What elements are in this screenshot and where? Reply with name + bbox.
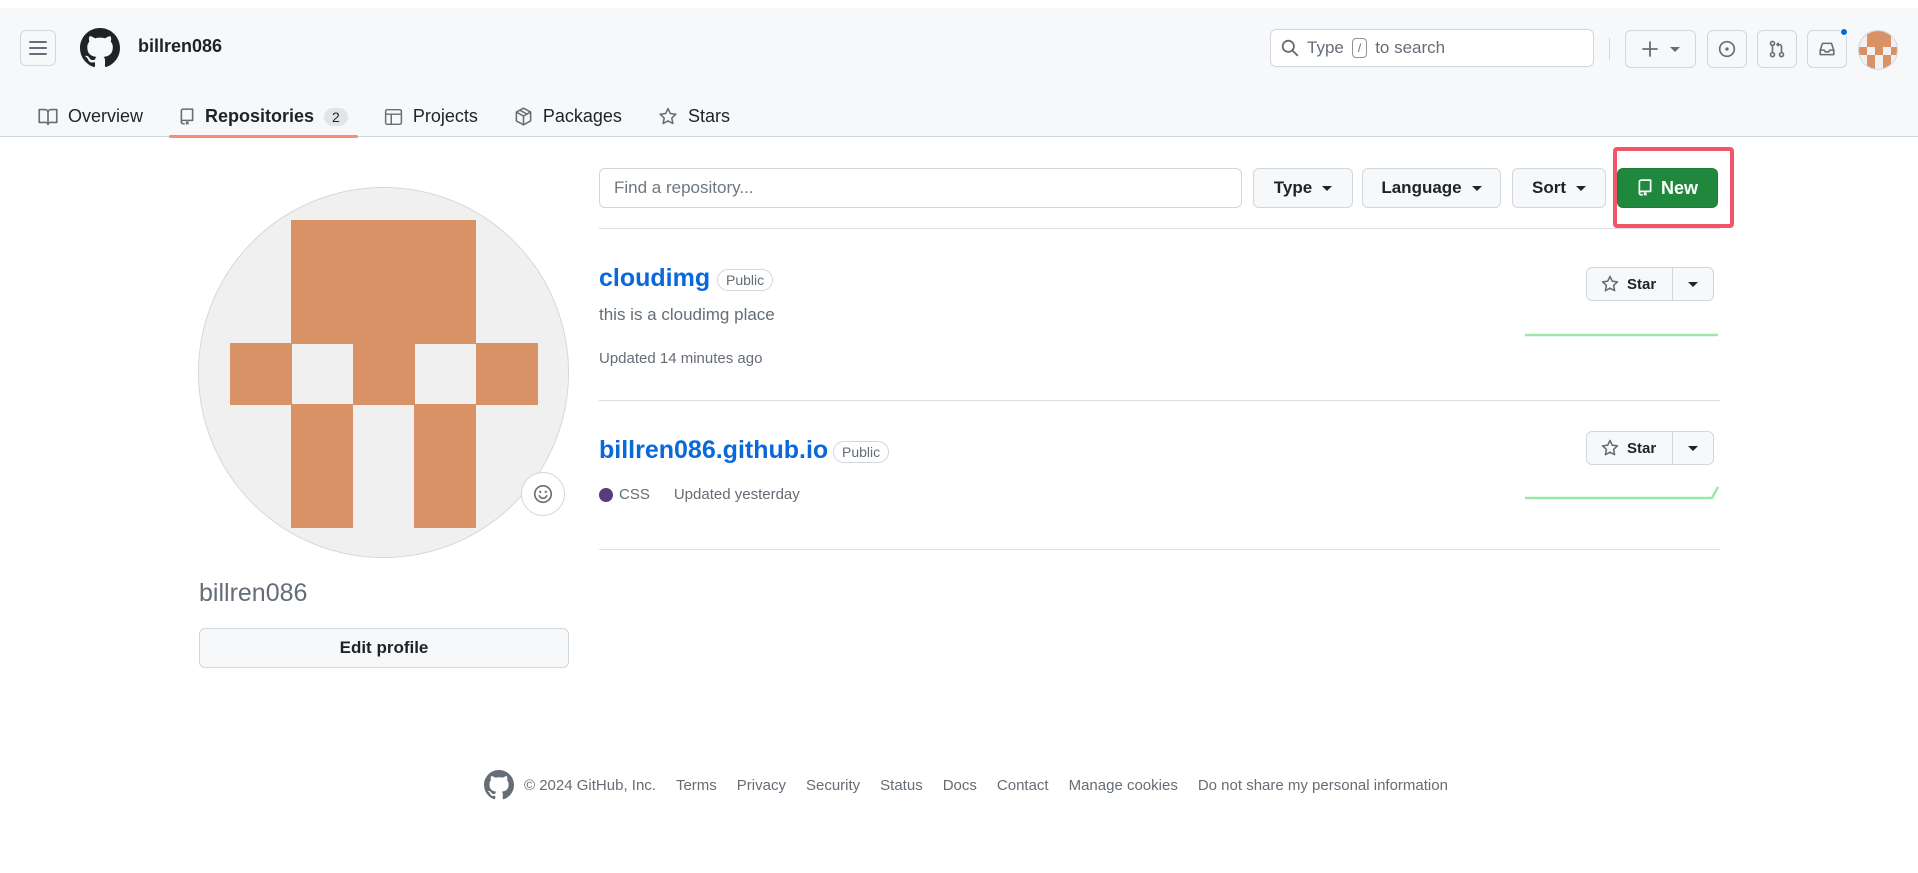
repo-link-cloudimg[interactable]: cloudimg: [599, 264, 710, 293]
inbox-icon: [1819, 42, 1835, 56]
star-icon: [1601, 275, 1619, 292]
footer-link-do-not-share[interactable]: Do not share my personal information: [1198, 777, 1448, 794]
find-repository-input[interactable]: [599, 168, 1242, 208]
activity-sparkline: [1525, 486, 1719, 500]
search-icon: [1281, 39, 1299, 57]
inbox-button[interactable]: [1807, 27, 1849, 68]
tab-projects[interactable]: Projects: [374, 96, 488, 137]
repo-updated-text: Updated 14 minutes ago: [599, 350, 763, 367]
pull-requests-button[interactable]: [1757, 30, 1797, 68]
github-logo-icon[interactable]: [484, 770, 514, 800]
chevron-down-icon: [1669, 46, 1680, 52]
book-icon: [38, 108, 58, 125]
sort-button[interactable]: Sort: [1512, 168, 1606, 208]
tab-repositories-label: Repositories: [205, 106, 315, 126]
pull-request-icon: [1769, 40, 1785, 58]
star-list-dropdown[interactable]: [1673, 432, 1713, 464]
activity-sparkline: [1525, 333, 1718, 337]
tab-repositories[interactable]: Repositories 2: [169, 96, 358, 138]
menu-button[interactable]: [20, 30, 56, 66]
create-new-button[interactable]: [1625, 30, 1696, 68]
type-filter-label: Type: [1273, 178, 1313, 197]
identicon-large-icon: [199, 188, 568, 557]
footer-copyright: © 2024 GitHub, Inc.: [524, 776, 656, 794]
issues-button[interactable]: [1707, 30, 1747, 68]
type-filter-button[interactable]: Type: [1253, 168, 1353, 208]
profile-tabs: Overview Repositories 2 Projects Package…: [28, 96, 756, 138]
list-divider: [599, 400, 1720, 401]
top-header: billren086 Type / to search Overview Rep…: [0, 8, 1918, 138]
sort-label: Sort: [1532, 178, 1566, 197]
language-filter-button[interactable]: Language: [1362, 168, 1501, 208]
star-label: Star: [1627, 439, 1657, 457]
plus-icon: [1641, 41, 1658, 57]
repo-updated-text: Updated yesterday: [673, 486, 800, 503]
list-divider: [599, 228, 1720, 229]
tab-overview-label: Overview: [68, 106, 144, 126]
profile-username: billren086: [199, 579, 308, 607]
footer-link-terms[interactable]: Terms: [676, 777, 717, 794]
repo-link-billren086-github-io[interactable]: billren086.github.io: [599, 436, 828, 465]
footer-link-security[interactable]: Security: [806, 777, 860, 794]
github-logo-icon[interactable]: [80, 28, 120, 68]
search-text: Type: [1307, 38, 1344, 57]
user-avatar-button[interactable]: [1858, 30, 1898, 70]
tab-projects-label: Projects: [412, 106, 478, 126]
visibility-badge: Public: [717, 269, 774, 291]
star-button-group: Star: [1586, 431, 1715, 465]
hamburger-icon: [29, 41, 47, 55]
repo-updated: Updated 14 minutes ago: [599, 350, 762, 367]
profile-avatar[interactable]: [198, 187, 569, 558]
star-button[interactable]: Star: [1587, 432, 1674, 464]
star-icon: [659, 107, 677, 125]
star-button[interactable]: Star: [1587, 268, 1674, 300]
footer: © 2024 GitHub, Inc. Terms Privacy Securi…: [484, 770, 1448, 800]
tab-stars[interactable]: Stars: [648, 96, 740, 137]
repo-icon: [180, 107, 194, 125]
chevron-down-icon: [1576, 185, 1586, 191]
footer-link-privacy[interactable]: Privacy: [737, 777, 786, 794]
chevron-down-icon: [1322, 185, 1333, 191]
new-button-label: New: [1660, 177, 1698, 198]
chevron-down-icon: [1688, 281, 1699, 287]
language-color-dot: [599, 487, 613, 502]
chevron-down-icon: [1688, 445, 1699, 451]
package-icon: [515, 107, 532, 126]
tab-overview[interactable]: Overview: [28, 96, 153, 137]
search-shortcut-key: /: [1351, 38, 1368, 58]
star-label: Star: [1627, 275, 1657, 293]
visibility-badge: Public: [833, 441, 890, 463]
repository-count-badge: 2: [324, 107, 348, 126]
tab-stars-label: Stars: [687, 106, 730, 126]
footer-link-docs[interactable]: Docs: [943, 777, 977, 794]
notification-dot: [1839, 27, 1849, 37]
star-list-dropdown[interactable]: [1673, 268, 1713, 300]
chevron-down-icon: [1471, 185, 1482, 191]
star-button-group: Star: [1586, 267, 1715, 301]
search-input[interactable]: Type / to search: [1270, 29, 1594, 67]
repo-icon: [1638, 179, 1652, 196]
set-status-button[interactable]: [521, 472, 565, 516]
star-icon: [1601, 439, 1619, 456]
table-icon: [384, 108, 402, 125]
repo-language: CSS: [619, 486, 650, 503]
list-divider: [599, 549, 1720, 550]
header-divider: [1609, 38, 1610, 60]
footer-link-contact[interactable]: Contact: [997, 777, 1049, 794]
new-repository-button[interactable]: New: [1617, 168, 1718, 208]
repo-description: this is a cloudimg place: [599, 305, 775, 324]
repo-meta: CSS Updated yesterday: [599, 486, 800, 503]
edit-profile-button[interactable]: Edit profile: [199, 628, 569, 668]
issue-icon: [1718, 40, 1736, 58]
footer-link-manage-cookies[interactable]: Manage cookies: [1069, 777, 1178, 794]
tab-packages-label: Packages: [542, 106, 622, 126]
header-username[interactable]: billren086: [138, 36, 222, 57]
search-suffix: to search: [1375, 38, 1446, 57]
footer-link-status[interactable]: Status: [880, 777, 923, 794]
smiley-icon: [533, 484, 553, 504]
identicon-icon: [1859, 31, 1897, 69]
language-filter-label: Language: [1381, 178, 1462, 197]
tab-packages[interactable]: Packages: [504, 96, 632, 137]
